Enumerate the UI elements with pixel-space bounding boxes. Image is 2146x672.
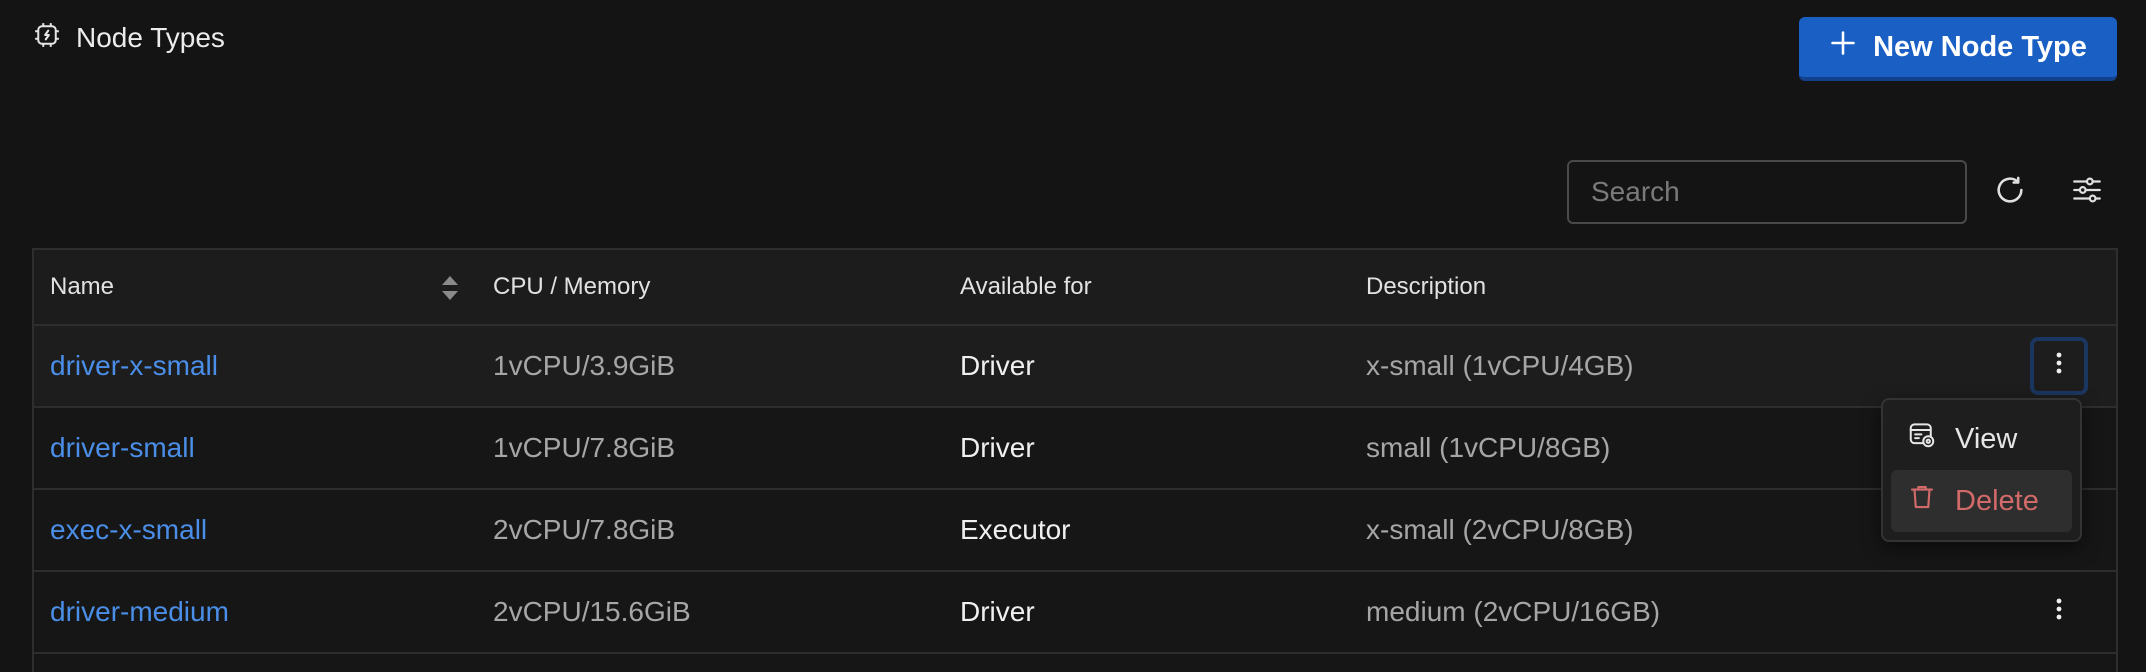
description-cell: medium (2vCPU/16GB) [1366, 596, 1661, 627]
available-for-cell: Driver [960, 350, 1035, 381]
column-header-description: Description [1366, 273, 1487, 300]
column-header-cpu-memory: CPU / Memory [493, 273, 651, 300]
view-icon [1907, 420, 1937, 458]
column-header-available-for: Available for [960, 273, 1092, 300]
table-row: driver-x-small 1vCPU/3.9GiB Driver x-sma… [34, 326, 2116, 408]
description-cell: x-small (2vCPU/8GB) [1366, 514, 1634, 545]
cpu-memory-cell: 1vCPU/3.9GiB [493, 350, 676, 381]
page-title: Node Types [76, 22, 225, 53]
new-node-type-button[interactable]: New Node Type [1799, 17, 2117, 81]
cpu-chip-icon [32, 20, 62, 57]
plus-icon [1829, 29, 1857, 65]
table-row: driver-medium 2vCPU/15.6GiB Driver mediu… [34, 572, 2116, 654]
node-type-name-link[interactable]: driver-x-small [50, 326, 218, 406]
description-cell: small (1vCPU/8GB) [1366, 432, 1611, 463]
search-input[interactable] [1567, 160, 1967, 224]
table-header: Name CPU / Memory Available for Descript… [34, 250, 2116, 326]
available-for-cell: Driver [960, 432, 1035, 463]
row-actions-menu: View Delete [1881, 398, 2082, 542]
more-vertical-icon [2055, 596, 2063, 628]
filter-settings-button[interactable] [2063, 168, 2111, 216]
sort-icon[interactable] [438, 272, 462, 304]
table-row: driver-small 1vCPU/7.8GiB Driver small (… [34, 408, 2116, 490]
row-actions-button[interactable] [2030, 583, 2088, 641]
more-vertical-icon [2055, 350, 2063, 382]
cpu-memory-cell: 2vCPU/7.8GiB [493, 514, 676, 545]
refresh-button[interactable] [1986, 168, 2034, 216]
menu-item-view[interactable]: View [1891, 408, 2072, 470]
trash-icon [1907, 482, 1937, 520]
available-for-cell: Executor [960, 514, 1071, 545]
node-type-name-link[interactable]: driver-small [50, 408, 195, 488]
cpu-memory-cell: 1vCPU/7.8GiB [493, 432, 676, 463]
node-type-name-link[interactable]: driver-medium [50, 572, 229, 652]
menu-item-delete-label: Delete [1955, 484, 2039, 517]
row-actions-button[interactable] [2030, 337, 2088, 395]
refresh-icon [1993, 173, 2027, 212]
description-cell: x-small (1vCPU/4GB) [1366, 350, 1634, 381]
table-row: exec-x-small 2vCPU/7.8GiB Executor x-sma… [34, 490, 2116, 572]
available-for-cell: Driver [960, 596, 1035, 627]
menu-item-view-label: View [1955, 422, 2018, 455]
node-types-table: Name CPU / Memory Available for Descript… [32, 248, 2118, 672]
page-header: Node Types [32, 20, 225, 56]
node-type-name-link[interactable]: exec-x-small [50, 490, 207, 570]
cpu-memory-cell: 2vCPU/15.6GiB [493, 596, 691, 627]
column-header-name[interactable]: Name [50, 250, 114, 324]
new-node-type-label: New Node Type [1873, 30, 2087, 63]
sliders-icon [2070, 173, 2104, 212]
menu-item-delete[interactable]: Delete [1891, 470, 2072, 532]
